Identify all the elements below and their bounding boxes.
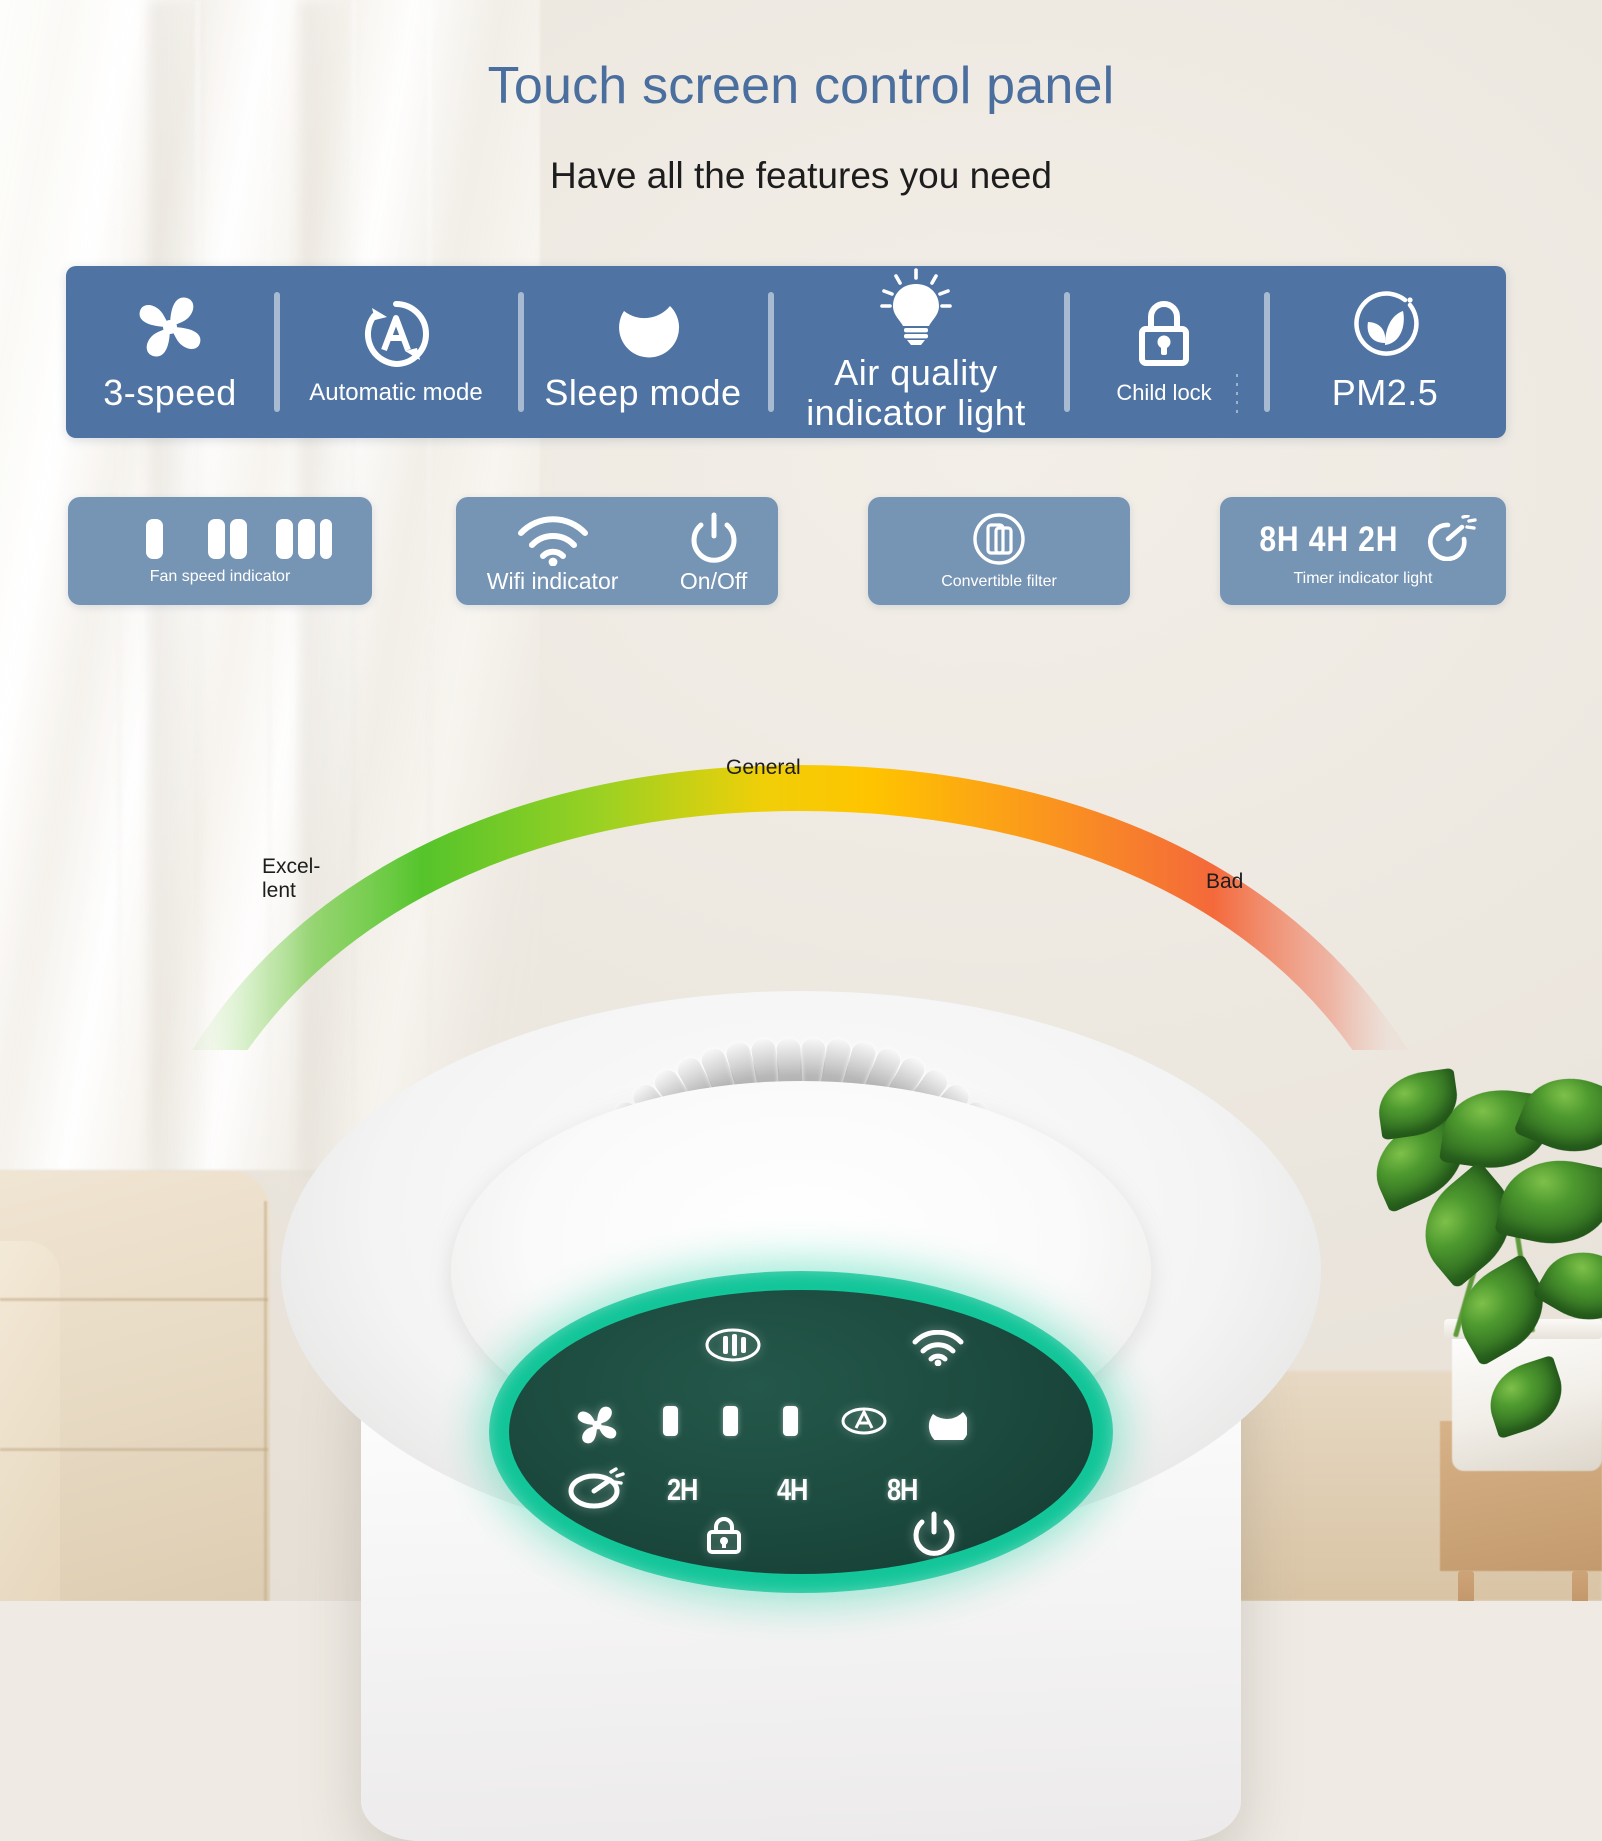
feature-label: Automatic mode xyxy=(309,378,483,406)
page-subtitle: Have all the features you need xyxy=(550,155,1052,196)
feature-label: Child lock xyxy=(1116,379,1212,405)
child-lock-icon[interactable] xyxy=(701,1516,747,1556)
feature-air-quality-indicator-light[interactable]: Air quality indicator light xyxy=(768,266,1064,438)
feature-pm25[interactable]: PM2.5 xyxy=(1264,266,1506,438)
wifi-icon[interactable] xyxy=(911,1330,965,1366)
aqi-label-excellent: Excel- lent xyxy=(262,855,321,902)
speed-bars-icon xyxy=(108,517,332,566)
moon-icon xyxy=(606,291,680,363)
fan-icon[interactable] xyxy=(571,1402,623,1448)
feature-label: 3-speed xyxy=(103,371,237,413)
feature-label: Sleep mode xyxy=(544,371,742,413)
aqi-label-bad: Bad xyxy=(1206,870,1244,893)
moon-icon[interactable] xyxy=(925,1402,967,1440)
leaf-circle-icon xyxy=(1347,291,1423,363)
divider-artifact xyxy=(1236,374,1238,414)
wifi-icon xyxy=(516,510,590,566)
padlock-icon xyxy=(1130,299,1198,371)
sofa-arm xyxy=(0,1241,60,1601)
card-label: Convertible filter xyxy=(941,572,1057,590)
air-purifier-device: 2H 4H 8H xyxy=(261,991,1341,1841)
lightbulb-icon xyxy=(879,267,953,345)
convertible-filter-icon xyxy=(972,512,1026,571)
power-icon[interactable] xyxy=(909,1510,959,1560)
feature-sleep-mode[interactable]: Sleep mode xyxy=(518,266,768,438)
feature-3-speed[interactable]: 3-speed xyxy=(66,266,274,438)
auto-mode-icon[interactable] xyxy=(841,1406,887,1436)
timer-label-8h[interactable]: 8H xyxy=(887,1472,918,1508)
card-timer-indicator[interactable]: 8H 4H 2H Timer indicator light xyxy=(1220,497,1506,605)
secondary-feature-cards: Fan speed indicator Wifi indicator On/Of… xyxy=(0,497,1602,607)
plant-stand-leg xyxy=(1572,1571,1588,1601)
speed-bar-3[interactable] xyxy=(783,1406,798,1436)
aqi-label-general: General xyxy=(726,756,801,779)
card-label: On/Off xyxy=(679,567,748,594)
feature-automatic-mode[interactable]: Automatic mode xyxy=(274,266,518,438)
timer-hours-label: 8H 4H 2H xyxy=(1259,520,1399,559)
timer-hours-row: 8H 4H 2H xyxy=(1248,513,1478,566)
plant-stand-leg xyxy=(1458,1571,1474,1601)
control-panel-screen: 2H 4H 8H xyxy=(509,1290,1093,1574)
card-item-wifi[interactable]: Wifi indicator xyxy=(486,510,619,594)
card-label: Timer indicator light xyxy=(1293,569,1433,587)
card-fan-speed-indicator[interactable]: Fan speed indicator xyxy=(68,497,372,605)
timer-icon xyxy=(1422,513,1478,566)
card-wifi-and-power[interactable]: Wifi indicator On/Off xyxy=(456,497,778,605)
page-title: Touch screen control panel xyxy=(487,57,1115,115)
auto-mode-icon xyxy=(360,298,432,370)
sofa-seam xyxy=(0,1448,268,1451)
timer-label-4h[interactable]: 4H xyxy=(777,1472,808,1508)
card-convertible-filter[interactable]: Convertible filter xyxy=(868,497,1130,605)
speed-bar-1[interactable] xyxy=(663,1406,678,1436)
card-item-power[interactable]: On/Off xyxy=(680,510,747,593)
feature-label: Air quality indicator light xyxy=(806,351,1026,433)
feature-child-lock[interactable]: Child lock xyxy=(1064,266,1264,438)
sofa-seam xyxy=(0,1298,268,1301)
card-label: Fan speed indicator xyxy=(149,567,291,585)
fan-icon xyxy=(128,291,212,363)
filter-status-icon[interactable] xyxy=(705,1328,761,1362)
timer-icon[interactable] xyxy=(567,1466,625,1510)
card-label: Wifi indicator xyxy=(486,567,619,594)
feature-label: PM2.5 xyxy=(1331,371,1439,413)
speed-bar-2[interactable] xyxy=(723,1406,738,1436)
power-icon xyxy=(687,510,741,566)
feature-bar: 3-speed Automatic mode Sleep mode Air qu… xyxy=(66,266,1506,438)
timer-label-2h[interactable]: 2H xyxy=(667,1472,698,1508)
control-panel-icons: 2H 4H 8H xyxy=(509,1290,1093,1574)
